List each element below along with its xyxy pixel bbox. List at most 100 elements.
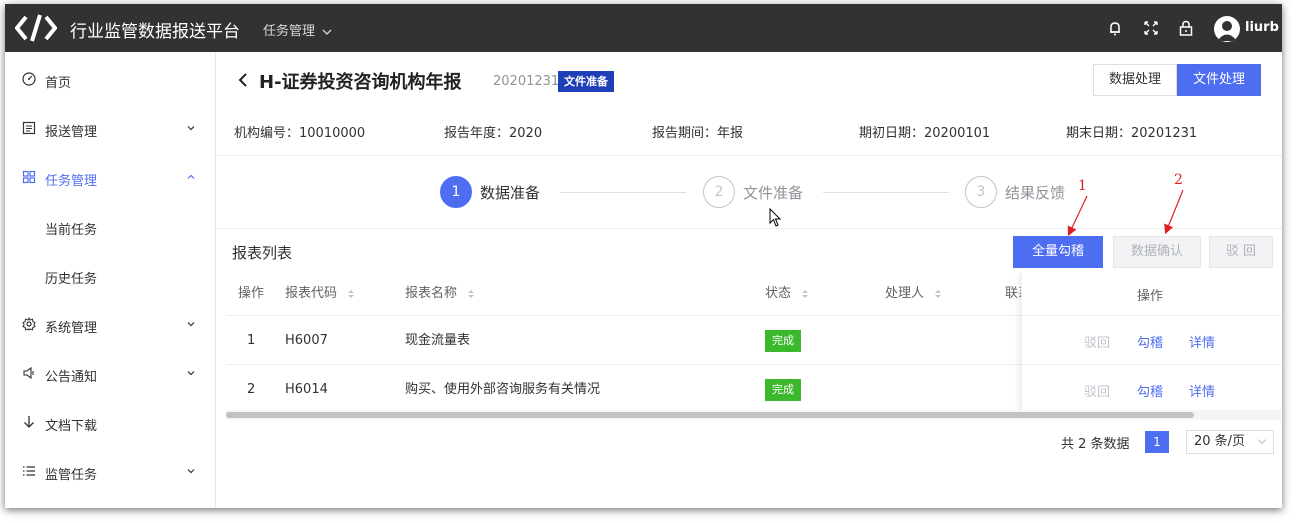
col-header-op: 操作: [238, 286, 265, 301]
mode-switch: 数据处理 文件处理: [1093, 64, 1262, 96]
step-3-label: 结果反馈: [1005, 184, 1066, 202]
start-date: 期初日期：20200101: [859, 126, 991, 141]
horizontal-scrollbar[interactable]: [226, 410, 1281, 420]
top-menu-task-management[interactable]: 任务管理: [263, 20, 332, 39]
row-detail-link[interactable]: 详情: [1189, 332, 1215, 351]
col-header-status[interactable]: 状态: [765, 272, 809, 316]
col-header-name[interactable]: 报表名称: [405, 272, 475, 316]
bell-icon[interactable]: [1105, 18, 1125, 38]
sidebar-item-report-management[interactable]: 报送管理: [5, 105, 215, 153]
sidebar-item-history-task[interactable]: 历史任务: [5, 252, 215, 300]
sort-icon[interactable]: [801, 288, 809, 300]
col-header-label: 报表名称: [405, 286, 458, 301]
page-size-select[interactable]: 20 条/页: [1186, 430, 1274, 454]
col-header-actions: 操作: [1137, 289, 1164, 304]
step-2-circle: 2: [703, 176, 735, 208]
step-1-label: 数据准备: [480, 184, 541, 202]
mouse-cursor-icon: [769, 208, 782, 227]
username[interactable]: liurb: [1245, 20, 1279, 35]
step-1-circle: 1: [440, 176, 472, 208]
row-check-link[interactable]: 勾稽: [1137, 381, 1163, 400]
check-all-button[interactable]: 全量勾稽: [1013, 236, 1103, 268]
report-info: 机构编号：10010000 报告年度：2020 报告期间：年报 期初日期：202…: [216, 122, 1282, 154]
top-header: 行业监管数据报送平台 任务管理 liurb: [5, 4, 1282, 52]
sidebar-item-home[interactable]: 首页: [5, 56, 215, 104]
col-header-label: 状态: [765, 286, 792, 301]
chevron-down-icon: [1257, 439, 1267, 445]
sidebar-item-label: 系统管理: [45, 321, 98, 336]
sidebar-item-system-management[interactable]: 系统管理: [5, 301, 215, 349]
sidebar-item-label: 监管任务: [45, 468, 98, 483]
grid-icon: [22, 170, 36, 184]
step-connector: [823, 192, 949, 193]
app-window: 行业监管数据报送平台 任务管理 liurb 首页 报送管理 任务管理 当前任务 …: [5, 4, 1282, 508]
scrollbar-thumb[interactable]: [226, 412, 1194, 418]
row-number: 2: [247, 382, 256, 397]
data-confirm-button[interactable]: 数据确认: [1113, 236, 1201, 268]
actions-cell: 驳回 勾稽 详情: [1022, 316, 1281, 365]
speaker-icon: [23, 366, 34, 380]
row-check-link[interactable]: 勾稽: [1137, 332, 1163, 351]
fixed-actions-column: 操作 驳回 勾稽 详情 驳回 勾稽 详情: [1022, 272, 1281, 412]
report-table: 操作 报表代码 报表名称 状态 处理人 联系: [226, 272, 1281, 420]
sidebar-item-document-download[interactable]: 文档下载: [5, 399, 215, 447]
sidebar-item-announcements[interactable]: 公告通知: [5, 350, 215, 398]
fullscreen-icon[interactable]: [1141, 18, 1161, 38]
chevron-up-icon: [187, 174, 195, 179]
main-content: H-证券投资咨询机构年报 20201231 文件准备 数据处理 文件处理 机构编…: [216, 52, 1282, 508]
actions-cell: 驳回 勾稽 详情: [1022, 365, 1281, 412]
user-avatar-icon[interactable]: [1214, 16, 1240, 42]
status-badge: 完成: [765, 329, 801, 352]
chevron-down-icon: [187, 322, 195, 327]
annotation-arrow-2: [1164, 189, 1184, 235]
sidebar-item-label: 公告通知: [45, 370, 98, 385]
status-cell: 完成: [765, 316, 801, 365]
status-badge: 完成: [765, 378, 801, 401]
reject-button[interactable]: 驳 回: [1209, 236, 1273, 268]
page-size-value: 20 条/页: [1194, 434, 1246, 449]
report-name: 购买、使用外部咨询服务有关情况: [405, 382, 601, 397]
col-header-handler[interactable]: 处理人: [885, 272, 942, 316]
row-detail-link[interactable]: 详情: [1189, 381, 1215, 400]
row-reject-link[interactable]: 驳回: [1084, 381, 1110, 400]
status-badge: 文件准备: [558, 71, 614, 92]
sidebar-item-task-management[interactable]: 任务管理: [5, 154, 215, 202]
divider: [216, 228, 1282, 229]
sidebar-item-label: 文档下载: [45, 419, 98, 434]
divider: [216, 155, 1282, 156]
col-header-label: 处理人: [885, 286, 925, 301]
sort-icon[interactable]: [467, 288, 475, 300]
sort-icon[interactable]: [347, 288, 355, 300]
sidebar: 首页 报送管理 任务管理 当前任务 历史任务 系统管理 公告通知 文档下载 监管…: [5, 52, 216, 508]
back-arrow-icon[interactable]: [236, 72, 250, 88]
col-header-code[interactable]: 报表代码: [285, 272, 355, 316]
sidebar-item-label: 首页: [45, 76, 72, 91]
end-date: 期末日期：20201231: [1066, 126, 1198, 141]
report-code: H6014: [285, 382, 328, 397]
file-processing-button[interactable]: 文件处理: [1177, 64, 1262, 96]
annotation-label-2: 2: [1174, 172, 1183, 188]
row-reject-link[interactable]: 驳回: [1084, 332, 1110, 351]
chevron-down-icon: [322, 29, 332, 35]
chevron-down-icon: [187, 469, 195, 474]
lock-icon[interactable]: [1176, 18, 1196, 38]
page-title: H-证券投资咨询机构年报: [259, 72, 462, 93]
step-3-circle: 3: [965, 176, 997, 208]
col-header-contact: 联系: [1005, 286, 1021, 301]
data-processing-button[interactable]: 数据处理: [1093, 64, 1178, 96]
report-code: H6007: [285, 333, 328, 348]
chevron-down-icon: [187, 371, 195, 376]
row-number: 1: [247, 333, 256, 348]
gear-icon: [22, 317, 36, 331]
sidebar-item-supervision-task[interactable]: 监管任务: [5, 448, 215, 496]
status-cell: 完成: [765, 365, 801, 414]
sort-icon[interactable]: [934, 288, 942, 300]
report-date: 20201231: [493, 74, 560, 89]
chevron-down-icon: [187, 126, 195, 131]
step-2-label: 文件准备: [743, 184, 804, 202]
code-logo-icon[interactable]: [15, 13, 57, 43]
list-icon: [22, 121, 36, 135]
page-number-button[interactable]: 1: [1145, 431, 1169, 453]
report-period: 报告期间：年报: [652, 126, 744, 141]
sidebar-item-current-task[interactable]: 当前任务: [5, 203, 215, 251]
